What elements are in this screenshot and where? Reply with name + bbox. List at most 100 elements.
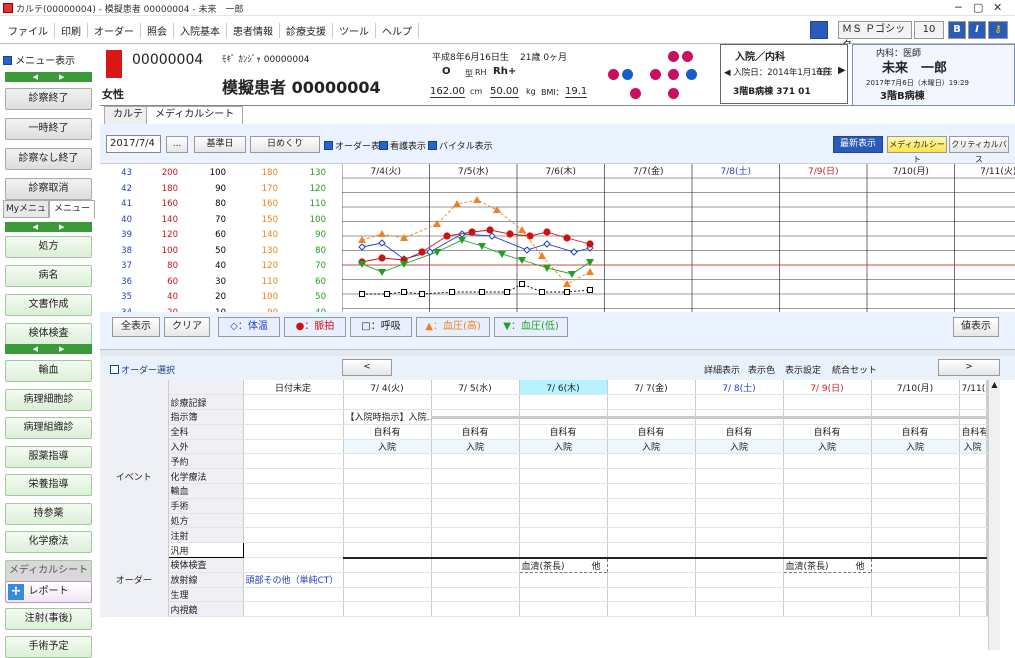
grid-cell[interactable] <box>343 483 432 499</box>
grid-cell[interactable] <box>519 483 608 499</box>
grid-cell[interactable] <box>959 453 987 470</box>
integrated-set[interactable]: 統合セット <box>832 363 877 376</box>
next-admission-arrow[interactable]: ▶ <box>838 65 846 76</box>
left-button[interactable]: 処方 <box>5 236 92 258</box>
grid-cell[interactable]: 入院 <box>343 439 432 455</box>
menu-item[interactable]: ヘルプ <box>376 23 419 38</box>
grid-cell[interactable] <box>431 542 520 559</box>
grid-cell[interactable] <box>695 542 784 559</box>
grid-cell[interactable] <box>519 409 608 425</box>
menu-item[interactable]: 印刷 <box>55 23 88 38</box>
grid-cell[interactable] <box>783 572 872 588</box>
display-settings[interactable]: 表示設定 <box>785 363 821 376</box>
menu-item[interactable]: ツール <box>333 23 376 38</box>
grid-cell[interactable]: 入院 <box>959 439 987 455</box>
pulse-legend[interactable]: ●：脈拍 <box>284 317 346 337</box>
grid-cell[interactable] <box>871 587 960 603</box>
grid-cell[interactable] <box>343 453 432 470</box>
medical-sheet-button[interactable]: メディカルシート <box>887 136 947 164</box>
date-header[interactable]: 7/ 9(日) <box>783 380 872 396</box>
minimize-button[interactable]: ─ <box>955 1 962 14</box>
grid-cell[interactable]: 入院 <box>783 439 872 455</box>
grid-cell[interactable] <box>783 542 872 559</box>
base-date-button[interactable]: 基準日 <box>194 136 246 153</box>
grid-cell[interactable] <box>243 394 344 411</box>
left-button[interactable]: 一時終了 <box>5 118 92 140</box>
menu-item[interactable]: オーダー <box>88 23 141 38</box>
left-button[interactable]: 化学療法 <box>5 531 92 553</box>
grid-cell[interactable] <box>871 498 960 514</box>
grid-cell[interactable] <box>871 572 960 588</box>
nursing-display-check[interactable]: 看護表示 <box>379 139 426 152</box>
grid-cell[interactable]: 自科有 <box>343 424 432 440</box>
grid-cell[interactable] <box>431 527 520 544</box>
clinical-path-button[interactable]: クリティカルパス <box>949 136 1009 164</box>
date-picker-button[interactable]: ... <box>166 136 188 153</box>
grid-cell[interactable] <box>783 409 872 425</box>
show-all-button[interactable]: 全表示 <box>112 317 160 337</box>
grid-cell[interactable] <box>431 409 520 425</box>
grid-cell[interactable] <box>871 394 960 411</box>
grid-cell[interactable] <box>431 498 520 514</box>
grid-cell[interactable]: 血清(茶長) 他 <box>782 556 872 573</box>
grid-cell[interactable] <box>431 483 520 499</box>
italic-button[interactable]: I <box>968 21 986 39</box>
date-header[interactable]: 7/10(月) <box>871 380 960 396</box>
grid-cell[interactable] <box>519 527 608 544</box>
grid-cell[interactable] <box>519 453 608 470</box>
grid-cell[interactable] <box>431 394 520 411</box>
grid-cell[interactable] <box>783 513 872 529</box>
grid-cell[interactable] <box>519 587 608 603</box>
grid-cell[interactable]: 入院 <box>695 439 784 455</box>
grid-cell[interactable] <box>343 527 432 544</box>
grid-cell[interactable] <box>519 468 608 485</box>
order-select-check[interactable]: オーダー選択 <box>110 363 175 376</box>
left-button[interactable]: 輸血 <box>5 360 92 382</box>
grid-cell[interactable] <box>431 453 520 470</box>
document-icon[interactable] <box>810 21 828 39</box>
menu-item[interactable]: 患者情報 <box>227 23 280 38</box>
maximize-button[interactable]: ▢ <box>973 1 983 14</box>
grid-cell[interactable] <box>959 556 987 573</box>
grid-cell[interactable] <box>243 601 344 618</box>
grid-cell[interactable] <box>243 424 344 440</box>
grid-cell[interactable] <box>343 572 432 588</box>
grid-cell[interactable] <box>243 483 344 499</box>
grid-cell[interactable] <box>959 601 987 618</box>
left-button[interactable]: 注射(事後) <box>5 608 92 630</box>
grid-cell[interactable] <box>871 468 960 485</box>
menu-item[interactable]: ファイル <box>2 23 55 38</box>
grid-cell[interactable] <box>871 556 960 573</box>
grid-cell[interactable]: 【入院時指示】入院… <box>343 409 432 425</box>
grid-cell[interactable] <box>783 468 872 485</box>
grid-cell[interactable] <box>343 498 432 514</box>
grid-cell[interactable] <box>959 468 987 485</box>
menu-toggle[interactable]: メニュー表示 <box>3 52 75 67</box>
grid-cell[interactable] <box>243 587 344 603</box>
left-button[interactable]: 病名 <box>5 265 92 287</box>
grid-cell[interactable]: 自科有 <box>959 424 987 440</box>
key-icon[interactable]: ⚷ <box>988 21 1008 39</box>
date-input[interactable]: 2017/7/4 <box>106 135 161 153</box>
grid-cell[interactable] <box>607 587 696 603</box>
grid-cell[interactable] <box>607 394 696 411</box>
grid-cell[interactable] <box>607 556 696 573</box>
left-button[interactable]: 病理細胞診 <box>5 388 92 411</box>
grid-cell[interactable] <box>607 453 696 470</box>
grid-cell[interactable] <box>959 483 987 499</box>
grid-cell[interactable] <box>431 587 520 603</box>
grid-cell[interactable] <box>343 556 432 573</box>
left-button[interactable]: 病理組織診 <box>5 417 92 439</box>
grid-cell[interactable] <box>783 601 872 618</box>
grid-cell[interactable] <box>243 542 344 559</box>
grid-cell[interactable]: 入院 <box>607 439 696 455</box>
left-button[interactable]: 文書作成 <box>5 294 92 316</box>
grid-cell[interactable]: 自科有 <box>519 424 608 440</box>
resp-legend[interactable]: □：呼吸 <box>350 317 412 337</box>
grid-cell[interactable]: 自科有 <box>607 424 696 440</box>
grid-cell[interactable] <box>243 409 344 425</box>
bp-low-legend[interactable]: ▼：血圧(低) <box>494 317 568 337</box>
next-button[interactable]: > <box>938 359 1000 376</box>
close-button[interactable]: ✕ <box>993 1 1002 14</box>
grid-cell[interactable]: 入院 <box>519 439 608 455</box>
